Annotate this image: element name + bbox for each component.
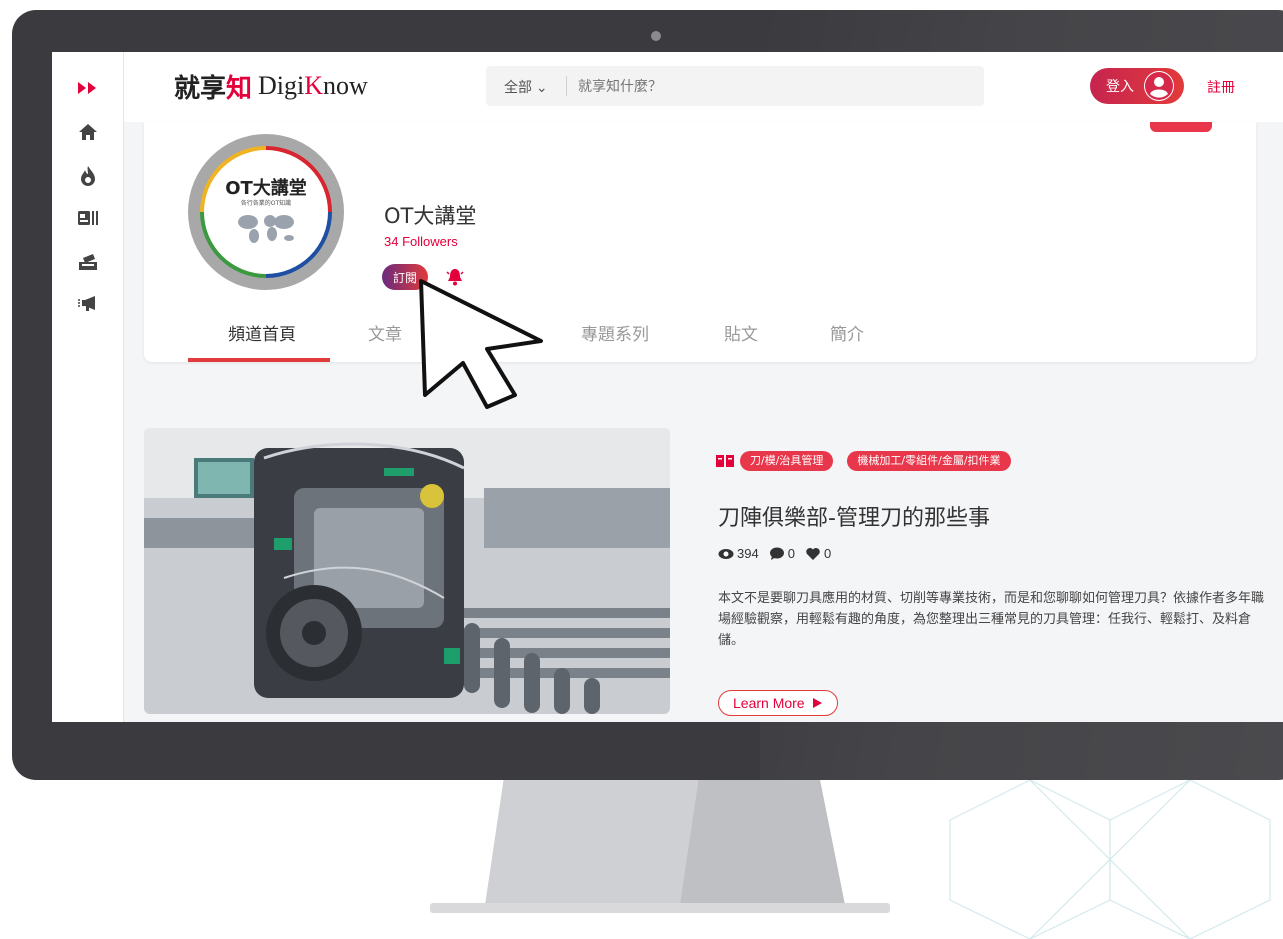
channel-logo-text: OT大講堂	[225, 178, 307, 199]
likes-stat: 0	[805, 546, 831, 561]
article-tag[interactable]: 機械加工/零組件/金屬/扣件業	[847, 451, 1011, 471]
search-input[interactable]	[576, 72, 940, 102]
comments-stat: 0	[769, 546, 795, 561]
search-category-select[interactable]: 全部 ⌄	[504, 77, 548, 97]
channel-logo: OT大講堂 各行各業的OT知識	[188, 134, 344, 290]
article-stats: 394 0 0	[718, 546, 841, 561]
tab-posts[interactable]: 貼文	[724, 320, 758, 345]
channel-name: OT大講堂	[384, 204, 477, 228]
tab-articles[interactable]: 文章	[368, 320, 402, 345]
world-map-icon	[238, 215, 294, 243]
article-tags: 刀/模/治具管理 機械加工/零組件/金屬/扣件業	[716, 450, 1011, 472]
channel-logo-subtext: 各行各業的OT知識	[240, 200, 292, 207]
id-card-list-icon[interactable]	[74, 204, 102, 232]
fire-icon[interactable]	[74, 162, 102, 190]
heart-icon	[806, 547, 820, 560]
screen: 就享知 DigiKnow 全部 ⌄ 登入 註冊 OT大講堂 各行各業的OT知識	[52, 52, 1283, 722]
edit-tab[interactable]	[1150, 122, 1212, 132]
site-logo[interactable]: 就享知 DigiKnow	[174, 68, 368, 104]
learn-more-button[interactable]: Learn More	[718, 690, 838, 716]
login-button[interactable]: 登入	[1090, 68, 1184, 104]
views-stat: 394	[718, 546, 759, 561]
search-bar: 全部 ⌄	[486, 66, 984, 106]
tab-channel-home[interactable]: 頻道首頁	[228, 320, 296, 345]
active-tab-underline	[188, 358, 330, 362]
mouse-pointer-icon	[419, 279, 543, 409]
register-link[interactable]: 註冊	[1207, 77, 1235, 97]
article-thumbnail[interactable]	[144, 428, 670, 714]
camera-dot	[651, 31, 661, 41]
tab-series[interactable]: 專題系列	[581, 320, 649, 345]
book-icon	[716, 455, 734, 467]
search-divider	[566, 76, 567, 96]
login-label: 登入	[1106, 79, 1134, 95]
eye-icon	[718, 548, 734, 559]
comment-icon	[769, 547, 784, 560]
article-excerpt: 本文不是要聊刀具應用的材質、切削等專業技術，而是和您聊聊如何管理刀具？依據作者多…	[718, 591, 1265, 648]
article-title[interactable]: 刀陣俱樂部-管理刀的那些事	[718, 500, 990, 532]
sidebar	[52, 52, 124, 722]
play-triangle-icon	[812, 698, 822, 708]
logo-english: DigiKnow	[258, 71, 368, 100]
double-chevron-right-icon[interactable]	[74, 74, 102, 102]
user-circle-icon	[1144, 71, 1174, 101]
top-bar: 就享知 DigiKnow 全部 ⌄ 登入 註冊	[124, 52, 1283, 122]
inbox-upload-icon[interactable]	[74, 248, 102, 276]
logo-chinese: 就享知	[174, 73, 253, 104]
home-icon[interactable]	[74, 118, 102, 146]
article-tag[interactable]: 刀/模/治具管理	[740, 451, 834, 471]
tab-about[interactable]: 簡介	[830, 320, 864, 345]
megaphone-icon[interactable]	[74, 290, 102, 318]
channel-followers: 34 Followers	[384, 234, 458, 249]
